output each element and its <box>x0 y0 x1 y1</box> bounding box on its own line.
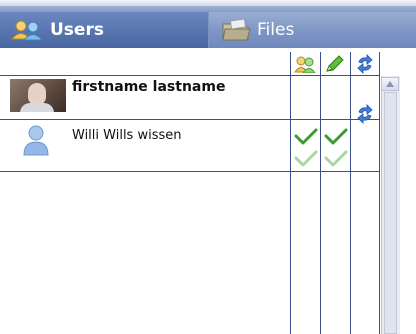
header-divider <box>0 75 379 76</box>
user-name[interactable]: firstname lastname <box>72 79 225 95</box>
row-divider <box>0 119 379 120</box>
tab-bar-top-edge <box>0 0 416 6</box>
arrow-up-icon <box>386 81 394 87</box>
generic-user-avatar-icon <box>22 124 50 160</box>
row-divider <box>0 171 379 172</box>
sync-icon[interactable] <box>355 104 375 128</box>
tab-users[interactable]: Users <box>0 12 209 48</box>
scroll-up-button[interactable] <box>381 77 399 91</box>
column-divider <box>320 52 321 334</box>
user-avatar-photo <box>10 79 66 112</box>
avatar-face <box>28 83 46 105</box>
check-icon[interactable] <box>294 128 318 150</box>
edit-pencil-icon[interactable] <box>322 54 348 74</box>
tab-files[interactable]: Files <box>209 12 416 48</box>
column-divider <box>379 52 380 334</box>
check-icon[interactable] <box>294 150 318 172</box>
column-divider <box>290 52 291 334</box>
scroll-thumb[interactable] <box>384 92 397 334</box>
check-icon[interactable] <box>324 150 348 172</box>
tab-files-label: Files <box>257 20 295 40</box>
users-icon <box>10 19 44 41</box>
folder-icon <box>221 18 251 42</box>
avatar-shirt <box>20 103 54 112</box>
user-name[interactable]: Willi Wills wissen <box>72 128 181 143</box>
sync-icon[interactable] <box>352 54 378 74</box>
group-icon[interactable] <box>292 54 318 74</box>
column-divider <box>350 52 351 334</box>
tab-bar: Users Files <box>0 0 416 48</box>
tab-users-label: Users <box>50 20 104 40</box>
check-icon[interactable] <box>324 128 348 150</box>
